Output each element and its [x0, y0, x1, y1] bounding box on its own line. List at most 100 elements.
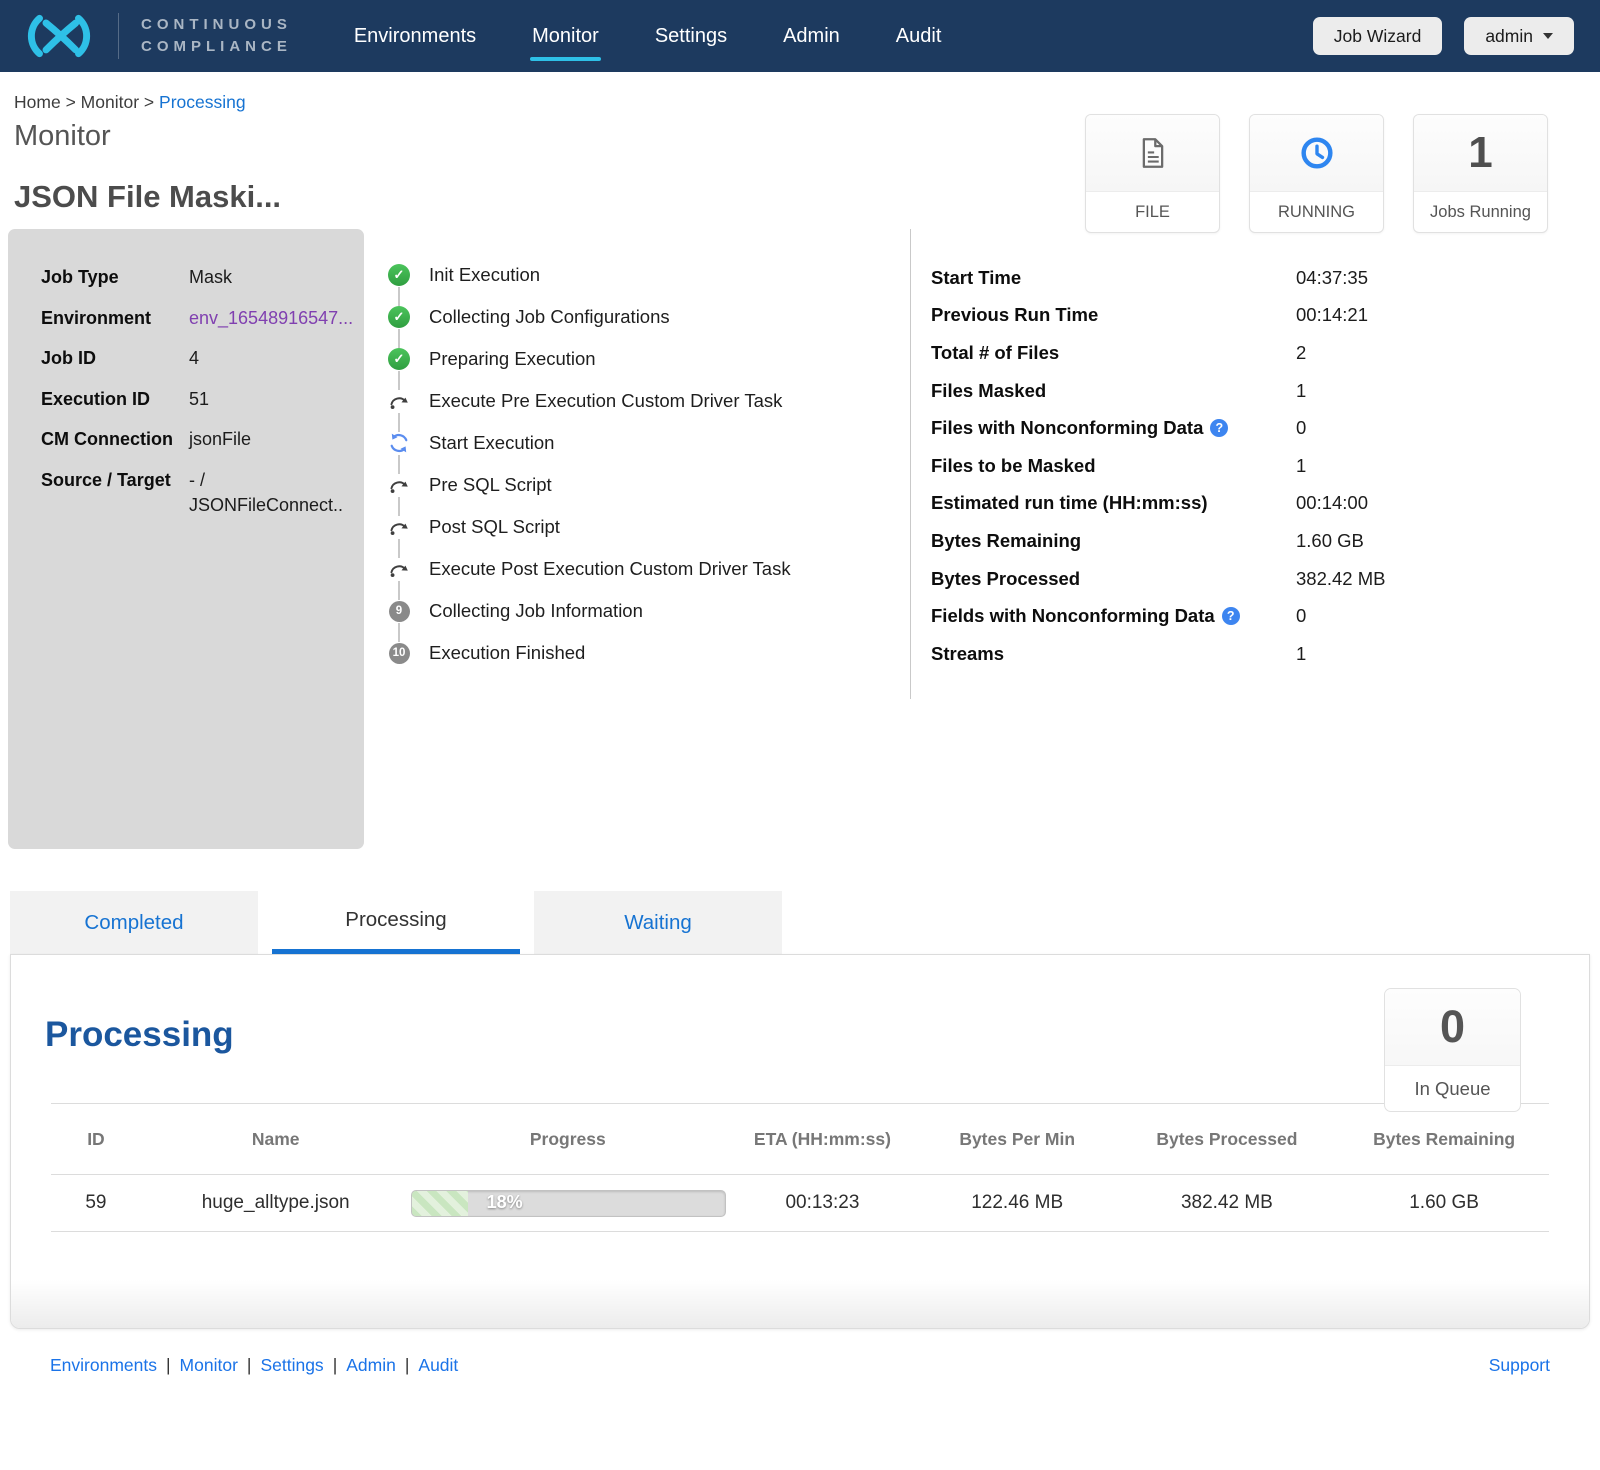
- progress-fill: [412, 1191, 468, 1216]
- skip-icon: [388, 393, 410, 410]
- step-number-icon: 9: [389, 601, 410, 622]
- jobs-running-card[interactable]: 1 Jobs Running: [1413, 114, 1548, 233]
- environment-link[interactable]: env_16548916547...: [189, 306, 361, 332]
- footer-links: Environments|Monitor|Settings|Admin|Audi…: [50, 1355, 458, 1376]
- col-name: Name: [141, 1129, 411, 1150]
- detail-value: Mask: [189, 265, 361, 291]
- step-label: Collecting Job Information: [429, 600, 643, 622]
- col-id: ID: [51, 1129, 141, 1150]
- help-icon[interactable]: ?: [1210, 419, 1228, 437]
- footer-admin[interactable]: Admin: [346, 1355, 396, 1375]
- footer-settings[interactable]: Settings: [260, 1355, 323, 1375]
- breadcrumb: Home > Monitor > Processing: [14, 92, 1586, 113]
- jobs-running-label: Jobs Running: [1414, 192, 1547, 232]
- step-label: Execution Finished: [429, 642, 585, 664]
- stat-value: 2: [1296, 342, 1306, 364]
- footer-monitor[interactable]: Monitor: [180, 1355, 238, 1375]
- nav-audit[interactable]: Audit: [896, 25, 942, 48]
- stat-value: 1: [1296, 643, 1306, 665]
- detail-value: jsonFile: [189, 427, 361, 453]
- check-circle-icon: ✓: [388, 264, 410, 286]
- footer-separator: |: [333, 1355, 338, 1375]
- execution-steps: ✓ Init Execution ✓ Collecting Job Config…: [364, 229, 910, 849]
- running-card-label: RUNNING: [1250, 192, 1383, 232]
- step-label: Preparing Execution: [429, 348, 596, 370]
- in-queue-card: 0 In Queue: [1384, 988, 1521, 1112]
- step-label: Pre SQL Script: [429, 474, 552, 496]
- help-icon[interactable]: ?: [1222, 607, 1240, 625]
- progress-bar: 18%: [411, 1190, 726, 1217]
- step-row: ✓ Preparing Execution: [388, 338, 910, 380]
- cell-bytes-remaining: 1.60 GB: [1339, 1192, 1549, 1214]
- footer-environments[interactable]: Environments: [50, 1355, 157, 1375]
- cell-bytes-processed: 382.42 MB: [1115, 1192, 1340, 1214]
- processing-table: ID Name Progress ETA (HH:mm:ss) Bytes Pe…: [51, 1103, 1549, 1232]
- breadcrumb-processing-link[interactable]: Processing: [159, 92, 246, 112]
- support-link[interactable]: Support: [1489, 1355, 1550, 1376]
- stat-label: Bytes Remaining: [931, 530, 1081, 552]
- nav-settings[interactable]: Settings: [655, 25, 727, 48]
- skip-icon: [388, 561, 410, 578]
- stat-label: Total # of Files: [931, 342, 1059, 364]
- breadcrumb-separator: >: [144, 92, 154, 112]
- job-monitor-panel: Job TypeMask Environmentenv_16548916547.…: [8, 229, 1592, 849]
- file-type-card[interactable]: FILE: [1085, 114, 1220, 233]
- breadcrumb-monitor: Monitor: [81, 92, 139, 112]
- col-bytes-remaining: Bytes Remaining: [1339, 1129, 1549, 1150]
- breadcrumb-separator: >: [66, 92, 76, 112]
- job-wizard-button[interactable]: Job Wizard: [1313, 17, 1443, 55]
- nav-monitor[interactable]: Monitor: [532, 25, 599, 48]
- step-row: 9 Collecting Job Information: [388, 590, 910, 632]
- stat-value: 00:14:21: [1296, 304, 1368, 326]
- nav-environments[interactable]: Environments: [354, 25, 476, 48]
- processing-heading: Processing: [45, 1015, 1589, 1055]
- jobs-running-count: 1: [1468, 128, 1492, 178]
- main-nav: Environments Monitor Settings Admin Audi…: [354, 25, 942, 48]
- stat-label: Streams: [931, 643, 1004, 665]
- tab-processing[interactable]: Processing: [272, 891, 520, 954]
- brand-line1: CONTINUOUS: [141, 14, 292, 37]
- stat-value: 0: [1296, 605, 1306, 627]
- stat-label: Estimated run time (HH:mm:ss): [931, 492, 1208, 514]
- running-status-card[interactable]: RUNNING: [1249, 114, 1384, 233]
- skip-icon: [388, 519, 410, 536]
- detail-label: Source / Target: [41, 468, 189, 519]
- tab-completed[interactable]: Completed: [10, 891, 258, 954]
- job-wizard-label: Job Wizard: [1334, 26, 1422, 47]
- footer-audit[interactable]: Audit: [418, 1355, 458, 1375]
- step-row: Pre SQL Script: [388, 464, 910, 506]
- col-bytes-processed: Bytes Processed: [1115, 1129, 1340, 1150]
- stat-label: Bytes Processed: [931, 568, 1080, 590]
- cell-id: 59: [51, 1192, 141, 1214]
- table-row[interactable]: 59 huge_alltype.json 18% 00:13:23 122.46…: [51, 1175, 1549, 1232]
- stat-value: 382.42 MB: [1296, 568, 1385, 590]
- footer-separator: |: [247, 1355, 252, 1375]
- stat-label: Previous Run Time: [931, 304, 1098, 326]
- table-header: ID Name Progress ETA (HH:mm:ss) Bytes Pe…: [51, 1103, 1549, 1175]
- job-details-panel: Job TypeMask Environmentenv_16548916547.…: [8, 229, 364, 849]
- detail-value: 4: [189, 346, 361, 372]
- step-label: Execute Pre Execution Custom Driver Task: [429, 390, 782, 412]
- cell-name: huge_alltype.json: [141, 1192, 411, 1214]
- in-queue-label: In Queue: [1385, 1066, 1520, 1111]
- detail-value: - / JSONFileConnect..: [189, 468, 361, 519]
- progress-percent: 18%: [487, 1192, 523, 1213]
- clock-icon: [1300, 136, 1334, 170]
- user-menu-button[interactable]: admin: [1464, 17, 1574, 55]
- stat-value: 1.60 GB: [1296, 530, 1364, 552]
- page-footer: Environments|Monitor|Settings|Admin|Audi…: [0, 1355, 1600, 1376]
- step-label: Start Execution: [429, 432, 554, 454]
- breadcrumb-home: Home: [14, 92, 61, 112]
- col-progress: Progress: [411, 1129, 726, 1150]
- tab-waiting[interactable]: Waiting: [534, 891, 782, 954]
- delphix-logo-icon[interactable]: [0, 10, 118, 62]
- step-label: Execute Post Execution Custom Driver Tas…: [429, 558, 791, 580]
- detail-label: Execution ID: [41, 387, 189, 413]
- stat-label: Files to be Masked: [931, 455, 1096, 477]
- nav-admin[interactable]: Admin: [783, 25, 840, 48]
- stat-value: 1: [1296, 455, 1306, 477]
- user-menu-label: admin: [1485, 26, 1533, 47]
- panel-footer-strip: [11, 1280, 1589, 1328]
- file-card-label: FILE: [1086, 192, 1219, 232]
- cell-bytes-per-min: 122.46 MB: [920, 1192, 1115, 1214]
